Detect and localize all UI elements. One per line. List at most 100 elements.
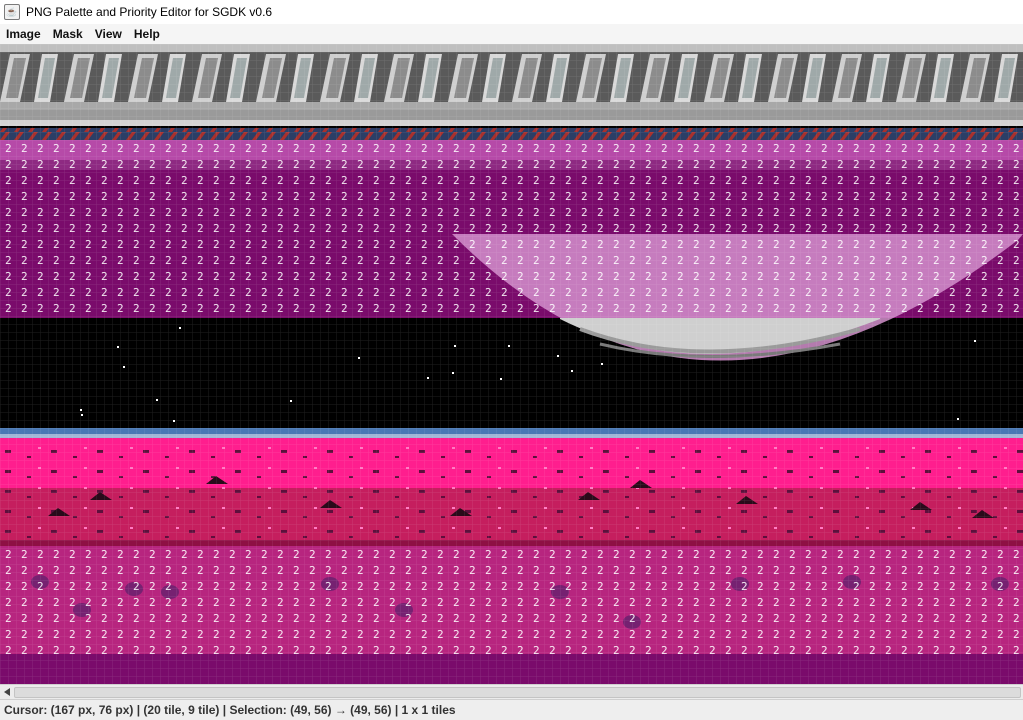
priority-digit: 2 [133,190,140,203]
menu-view[interactable]: View [89,24,128,44]
priority-digit: 2 [517,302,524,315]
priority-digit: 2 [517,286,524,299]
priority-digit: 2 [549,142,556,155]
priority-digit: 2 [853,580,860,593]
priority-digit: 2 [21,238,28,251]
priority-digit: 2 [581,238,588,251]
scroll-thumb[interactable] [14,687,1021,698]
priority-digit: 2 [917,302,924,315]
priority-digit: 2 [101,142,108,155]
priority-digit: 2 [997,174,1004,187]
priority-digit: 2 [965,254,972,267]
priority-digit: 2 [533,206,540,219]
priority-digit: 2 [933,158,940,171]
priority-digit: 2 [21,548,28,561]
horizontal-scrollbar[interactable] [0,684,1023,699]
priority-digit: 2 [757,580,764,593]
priority-digit: 2 [261,302,268,315]
priority-digit: 2 [693,580,700,593]
priority-digit: 2 [117,596,124,609]
priority-digit: 2 [997,302,1004,315]
priority-digit: 2 [181,222,188,235]
priority-digit: 2 [933,190,940,203]
priority-digit: 2 [453,158,460,171]
priority-digit: 2 [661,596,668,609]
priority-digit: 2 [341,254,348,267]
priority-digit: 2 [869,142,876,155]
priority-digit: 2 [53,158,60,171]
priority-digit: 2 [197,206,204,219]
priority-digit: 2 [565,222,572,235]
priority-digit: 2 [965,222,972,235]
priority-digit: 2 [517,238,524,251]
priority-digit: 2 [725,302,732,315]
priority-digit: 2 [165,302,172,315]
priority-digit: 2 [213,580,220,593]
priority-digit: 2 [645,548,652,561]
priority-digit: 2 [325,564,332,577]
priority-digit: 2 [789,238,796,251]
priority-digit: 2 [85,548,92,561]
priority-digit: 2 [421,286,428,299]
priority-digit: 2 [837,142,844,155]
priority-digit: 2 [501,580,508,593]
priority-digit: 2 [21,270,28,283]
priority-digit: 2 [853,206,860,219]
priority-digit: 2 [597,238,604,251]
priority-digit: 2 [773,270,780,283]
priority-digit: 2 [917,254,924,267]
priority-digit: 2 [725,548,732,561]
priority-digit: 2 [373,190,380,203]
priority-digit: 2 [453,302,460,315]
priority-digit: 2 [149,286,156,299]
priority-digit: 2 [149,564,156,577]
priority-digit: 2 [613,206,620,219]
menu-help[interactable]: Help [128,24,166,44]
priority-digit: 2 [245,564,252,577]
priority-digit: 2 [645,286,652,299]
priority-digit: 2 [421,254,428,267]
priority-digit: 2 [325,190,332,203]
priority-digit: 2 [613,612,620,625]
priority-digit: 2 [597,174,604,187]
scroll-left-arrow-icon[interactable] [2,687,12,697]
menu-image[interactable]: Image [0,24,47,44]
menu-mask[interactable]: Mask [47,24,89,44]
priority-digit: 2 [533,254,540,267]
image-canvas[interactable]: 2 2 2 2 2 2 2 2 2 2 2 2 2 2 2 2 2 2 2 2 2 2 2 2 2 2 2 2 2 2 2 2 2 2 2 2 2 2 2 2… [0,44,1023,684]
priority-digit: 2 [325,286,332,299]
priority-digit: 2 [325,548,332,561]
priority-digit: 2 [277,222,284,235]
priority-digit: 2 [901,644,908,657]
priority-digit: 2 [853,548,860,561]
priority-digit: 2 [741,644,748,657]
priority-digit: 2 [357,158,364,171]
priority-digit: 2 [581,174,588,187]
priority-digit: 2 [485,596,492,609]
priority-digit: 2 [677,580,684,593]
priority-digit: 2 [981,142,988,155]
priority-digit: 2 [245,222,252,235]
priority-digit: 2 [645,270,652,283]
priority-digit: 2 [85,286,92,299]
priority-digit: 2 [53,644,60,657]
priority-digit: 2 [389,548,396,561]
priority-digit: 2 [677,238,684,251]
priority-digit: 2 [645,174,652,187]
priority-digit: 2 [501,286,508,299]
priority-digit: 2 [69,628,76,641]
priority-digit: 2 [485,548,492,561]
priority-digit: 2 [309,628,316,641]
priority-digit: 2 [949,612,956,625]
priority-digit: 2 [37,174,44,187]
priority-digit: 2 [805,302,812,315]
priority-digit: 2 [821,596,828,609]
priority-digit: 2 [277,286,284,299]
priority-digit: 2 [165,286,172,299]
priority-digit: 2 [709,190,716,203]
priority-digit: 2 [421,628,428,641]
priority-digit: 2 [965,612,972,625]
priority-digit: 2 [805,254,812,267]
priority-digit: 2 [389,644,396,657]
priority-digit: 2 [533,142,540,155]
